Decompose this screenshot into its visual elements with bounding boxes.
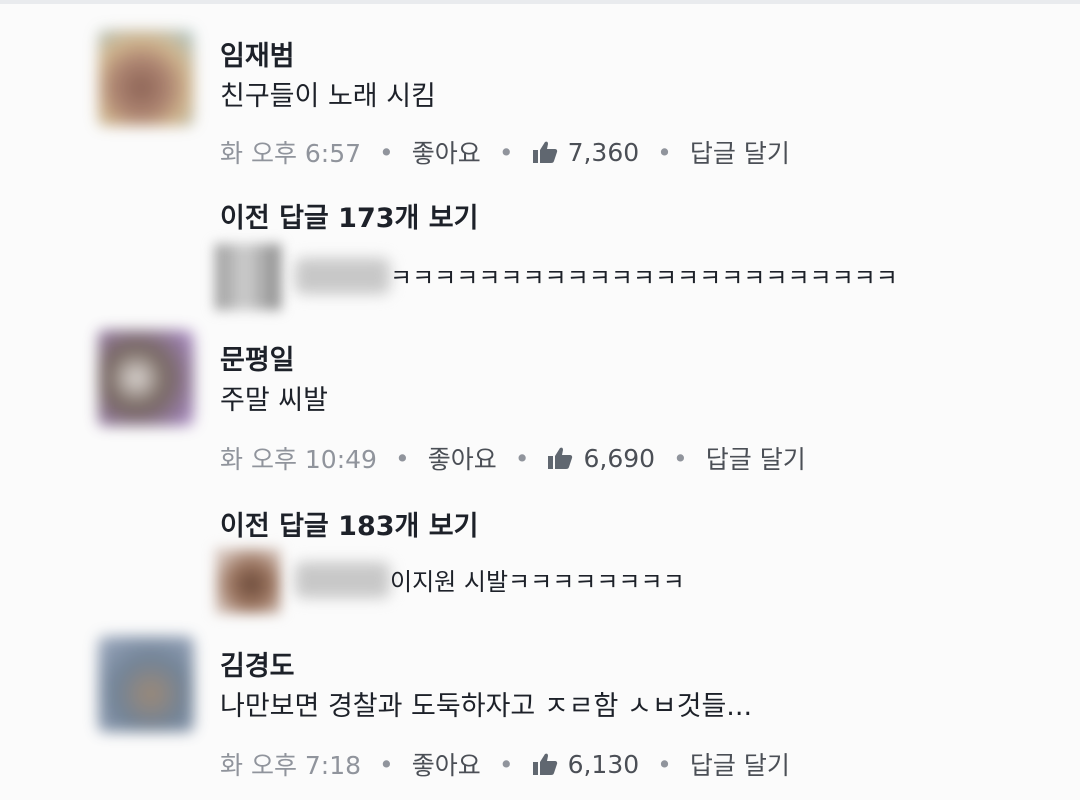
top-divider [0,0,1080,4]
separator-dot: • [514,443,530,473]
reply-text: 이지원 시발ㅋㅋㅋㅋㅋㅋㅋㅋ [390,568,685,596]
like-button[interactable]: 좋아요 [428,440,497,476]
comment-text: 친구들이 노래 시킴 [220,81,436,112]
thumbs-up-icon[interactable] [547,446,573,470]
reply-button[interactable]: 답글 달기 [706,440,806,476]
comment-meta: 화 오후 6:57 • 좋아요 • 7,360 • 답글 달기 [220,134,790,170]
comment-time[interactable]: 화 오후 6:57 [220,134,361,170]
like-button[interactable]: 좋아요 [412,134,481,170]
comment-time[interactable]: 화 오후 10:49 [220,440,377,476]
separator-dot: • [379,749,394,779]
separator-dot: • [498,749,514,779]
separator-dot: • [657,137,672,167]
thumbs-up-icon[interactable] [532,140,558,164]
like-count[interactable]: 6,690 [583,444,655,473]
reply-avatar[interactable] [215,548,281,614]
comment-author[interactable]: 문평일 [220,338,295,377]
comment-text: 주말 씨발 [220,385,328,416]
reply-avatar[interactable] [215,244,281,310]
reply-text: ㅋㅋㅋㅋㅋㅋㅋㅋㅋㅋㅋㅋㅋㅋㅋㅋㅋㅋㅋㅋㅋㅋㅋ [390,264,898,292]
comment-meta: 화 오후 7:18 • 좋아요 • 6,130 • 답글 달기 [220,746,790,782]
view-previous-replies-link[interactable]: 이전 답글 183개 보기 [220,504,478,543]
separator-dot: • [498,137,514,167]
reply-author-blurred[interactable] [295,562,390,598]
comment-text: 나만보면 경찰과 도둑하자고 ㅈㄹ함 ㅅㅂ것들... [220,691,753,722]
like-button[interactable]: 좋아요 [412,746,481,782]
like-count[interactable]: 6,130 [568,750,640,779]
comment-author[interactable]: 김경도 [220,644,295,683]
reply-button[interactable]: 답글 달기 [690,134,790,170]
avatar[interactable] [98,330,194,426]
separator-dot: • [379,137,394,167]
avatar[interactable] [98,636,194,732]
separator-dot: • [394,443,410,473]
separator-dot: • [673,443,688,473]
comment-author[interactable]: 임재범 [220,34,295,73]
comment-time[interactable]: 화 오후 7:18 [220,746,361,782]
separator-dot: • [657,749,672,779]
reply-button[interactable]: 답글 달기 [690,746,790,782]
thumbs-up-icon[interactable] [532,752,558,776]
view-previous-replies-link[interactable]: 이전 답글 173개 보기 [220,196,478,235]
comment-meta: 화 오후 10:49 • 좋아요 • 6,690 • 답글 달기 [220,440,806,476]
like-count[interactable]: 7,360 [568,138,640,167]
avatar[interactable] [98,30,194,126]
reply-author-blurred[interactable] [295,258,390,294]
